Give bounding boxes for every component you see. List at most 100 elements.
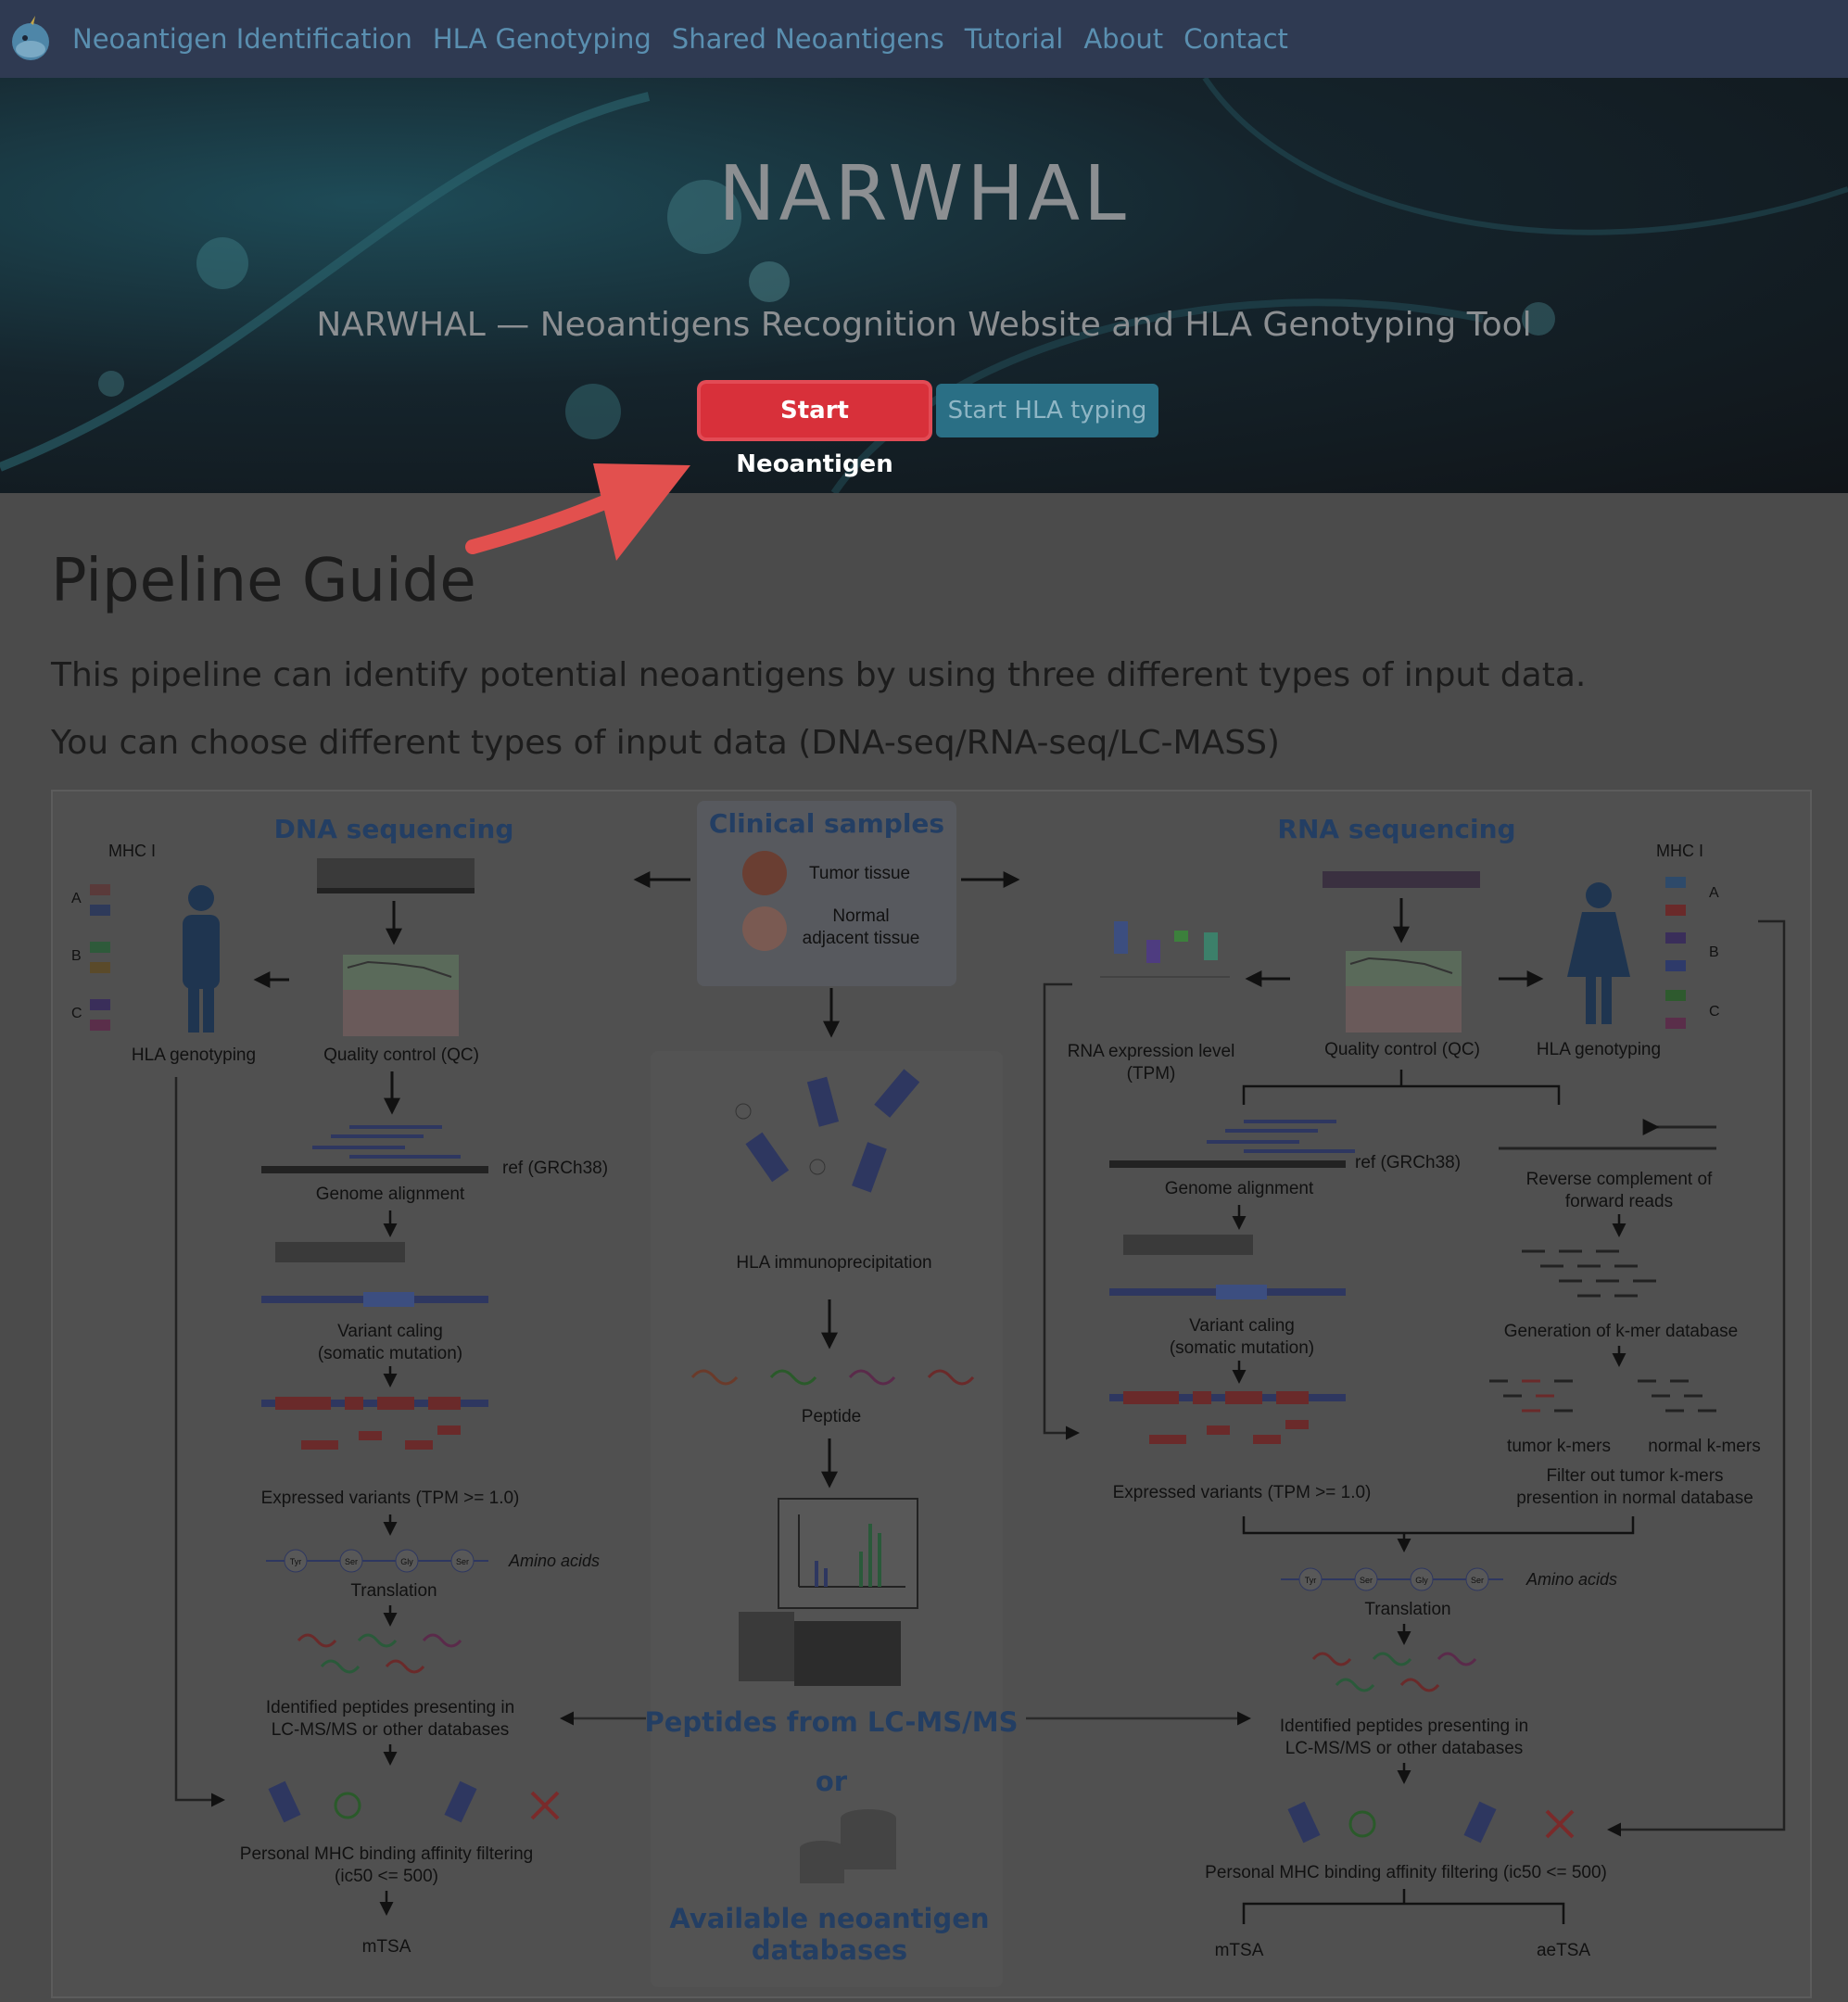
- tumor-normal-kmers-icon: [1489, 1379, 1716, 1413]
- svg-text:Ser: Ser: [345, 1557, 358, 1566]
- dna-peptides-icon: [297, 1633, 462, 1674]
- reverse-complement-label-2: forward reads: [1565, 1192, 1673, 1211]
- rna-ref-label: ref (GRCh38): [1355, 1153, 1461, 1172]
- rna-mhc-a: A: [1709, 885, 1719, 901]
- rna-expression-label-2: (TPM): [1127, 1064, 1176, 1083]
- nav-neoantigen-identification[interactable]: Neoantigen Identification: [72, 23, 412, 55]
- rna-binding-label: Personal MHC binding affinity filtering …: [1205, 1863, 1607, 1882]
- dna-qc-label: Quality control (QC): [323, 1045, 479, 1065]
- dna-variant-label-2: (somatic mutation): [318, 1344, 462, 1363]
- rna-mhc-c: C: [1709, 1004, 1720, 1020]
- pipeline-diagram: DNA sequencing MHC I A B C HLA genotypin…: [71, 801, 1786, 1987]
- dna-mhc-c: C: [71, 1006, 82, 1021]
- rna-alignment-label: Genome alignment: [1165, 1179, 1314, 1198]
- guide-paragraph-2: You can choose different types of input …: [51, 724, 1280, 762]
- nav-shared-neoantigens[interactable]: Shared Neoantigens: [672, 23, 944, 55]
- svg-text:Gly: Gly: [1415, 1576, 1428, 1585]
- svg-text:Ser: Ser: [1360, 1576, 1373, 1585]
- rna-identified-label-1: Identified peptides presenting in: [1280, 1717, 1528, 1736]
- dna-mhc-alleles-icon: [90, 884, 110, 1031]
- peptide-label: Peptide: [802, 1407, 861, 1426]
- lcms-instrument-icon: [739, 1612, 901, 1686]
- rna-title: RNA sequencing: [1277, 814, 1515, 844]
- databases-label-1: Available neoantigen: [669, 1903, 989, 1934]
- highlight-arrow-icon: [465, 463, 690, 561]
- site-subtitle: NARWHAL — Neoantigens Recognition Websit…: [316, 306, 1532, 344]
- dna-mhc-label: MHC I: [108, 842, 156, 860]
- nav-about[interactable]: About: [1083, 23, 1163, 55]
- svg-text:Gly: Gly: [400, 1557, 413, 1566]
- rna-qc-label: Quality control (QC): [1324, 1040, 1480, 1059]
- clinical-samples-title: Clinical samples: [709, 808, 944, 839]
- dna-identified-label-1: Identified peptides presenting in: [266, 1698, 514, 1717]
- rna-binding-icons: [1287, 1801, 1575, 1844]
- normal-tissue-icon: [742, 906, 787, 951]
- hero-banner: NARWHAL NARWHAL — Neoantigens Recognitio…: [0, 78, 1848, 493]
- dna-translation-label: Translation: [350, 1581, 437, 1601]
- dna-identified-label-2: LC-MS/MS or other databases: [272, 1720, 510, 1740]
- reverse-reads-icon: [1499, 1119, 1716, 1150]
- rna-variant-label-2: (somatic mutation): [1170, 1338, 1314, 1358]
- dna-variant-label-1: Variant caling: [337, 1322, 443, 1341]
- normal-kmers-label: normal k-mers: [1648, 1437, 1760, 1456]
- dna-binding-label-1: Personal MHC binding affinity filtering: [240, 1844, 533, 1864]
- filter-label-1: Filter out tumor k-mers: [1546, 1466, 1723, 1486]
- normal-tissue-label-2: adjacent tissue: [803, 929, 920, 948]
- start-hla-typing-button[interactable]: Start HLA typing: [936, 384, 1158, 437]
- svg-text:Tyr: Tyr: [1305, 1576, 1317, 1585]
- rna-qc-chart-icon: [1346, 951, 1462, 1033]
- svg-text:Tyr: Tyr: [290, 1557, 302, 1566]
- rna-translation-label: Translation: [1364, 1600, 1450, 1619]
- nav-hla-genotyping[interactable]: HLA Genotyping: [433, 23, 652, 55]
- normal-tissue-label-1: Normal: [832, 906, 889, 926]
- dna-mhc-b: B: [71, 948, 82, 964]
- rna-hla-genotyping-label: HLA genotyping: [1537, 1040, 1661, 1059]
- dna-title: DNA sequencing: [274, 814, 514, 844]
- rna-expression-label-1: RNA expression level: [1068, 1042, 1235, 1061]
- dna-expressed-variant-icon: [261, 1397, 488, 1450]
- rna-sequence-icon: [1323, 871, 1480, 888]
- kmer-database-icon: [1522, 1249, 1656, 1298]
- hla-ip-label: HLA immunoprecipitation: [736, 1253, 931, 1273]
- rna-mhc-b: B: [1709, 944, 1719, 960]
- guide-paragraph-1: This pipeline can identify potential neo…: [51, 656, 1587, 694]
- dna-expressed-label: Expressed variants (TPM >= 1.0): [261, 1489, 520, 1508]
- nav-contact[interactable]: Contact: [1183, 23, 1288, 55]
- dna-alignment-reads-icon: [312, 1125, 461, 1159]
- dna-hla-genotyping-label: HLA genotyping: [132, 1045, 256, 1065]
- dna-output-label: mTSA: [362, 1937, 411, 1957]
- pipeline-figure: DNA sequencing MHC I A B C HLA genotypin…: [51, 790, 1812, 1998]
- kmer-db-label: Generation of k-mer database: [1504, 1322, 1738, 1341]
- dna-amino-label: Amino acids: [508, 1552, 600, 1570]
- top-navbar: Neoantigen Identification HLA Genotyping…: [0, 0, 1848, 78]
- tumor-kmers-label: tumor k-mers: [1507, 1437, 1611, 1456]
- dna-qc-chart-icon: [343, 955, 459, 1036]
- rna-expressed-variant-icon: [1109, 1391, 1346, 1444]
- narwhal-logo-icon[interactable]: [7, 16, 54, 62]
- reverse-complement-label-1: Reverse complement of: [1526, 1170, 1713, 1189]
- rna-amino-acid-chain-icon: Tyr Ser Gly Ser: [1281, 1567, 1503, 1591]
- site-title: NARWHAL: [718, 150, 1130, 238]
- dna-binding-icons: [268, 1780, 560, 1823]
- databases-label-2: databases: [752, 1934, 907, 1966]
- nav-tutorial[interactable]: Tutorial: [965, 23, 1064, 55]
- rna-identified-label-2: LC-MS/MS or other databases: [1285, 1739, 1524, 1758]
- lcms-title: Peptides from LC-MS/MS: [645, 1706, 1019, 1738]
- rna-expressed-label: Expressed variants (TPM >= 1.0): [1113, 1483, 1372, 1502]
- rna-output-mtsa-label: mTSA: [1215, 1941, 1264, 1960]
- female-person-icon: [1567, 882, 1630, 1024]
- rna-variant-label-1: Variant caling: [1189, 1316, 1295, 1336]
- rna-expression-chart-icon: [1100, 921, 1230, 978]
- rna-peptides-icon: [1311, 1652, 1477, 1692]
- or-label: or: [816, 1766, 848, 1797]
- rna-mhc-label: MHC I: [1656, 842, 1703, 860]
- dna-alignment-label: Genome alignment: [316, 1185, 465, 1204]
- start-neoantigen-button[interactable]: Start Neoantigen: [701, 384, 929, 478]
- filter-label-2: presention in normal database: [1516, 1489, 1753, 1508]
- male-person-icon: [183, 885, 220, 1033]
- rna-alignment-reads-icon: [1207, 1120, 1355, 1153]
- rna-amino-label: Amino acids: [1525, 1570, 1617, 1589]
- rna-variant-icon: [1109, 1235, 1346, 1299]
- dna-ref-label: ref (GRCh38): [502, 1159, 608, 1178]
- rna-output-aetsa-label: aeTSA: [1537, 1941, 1590, 1960]
